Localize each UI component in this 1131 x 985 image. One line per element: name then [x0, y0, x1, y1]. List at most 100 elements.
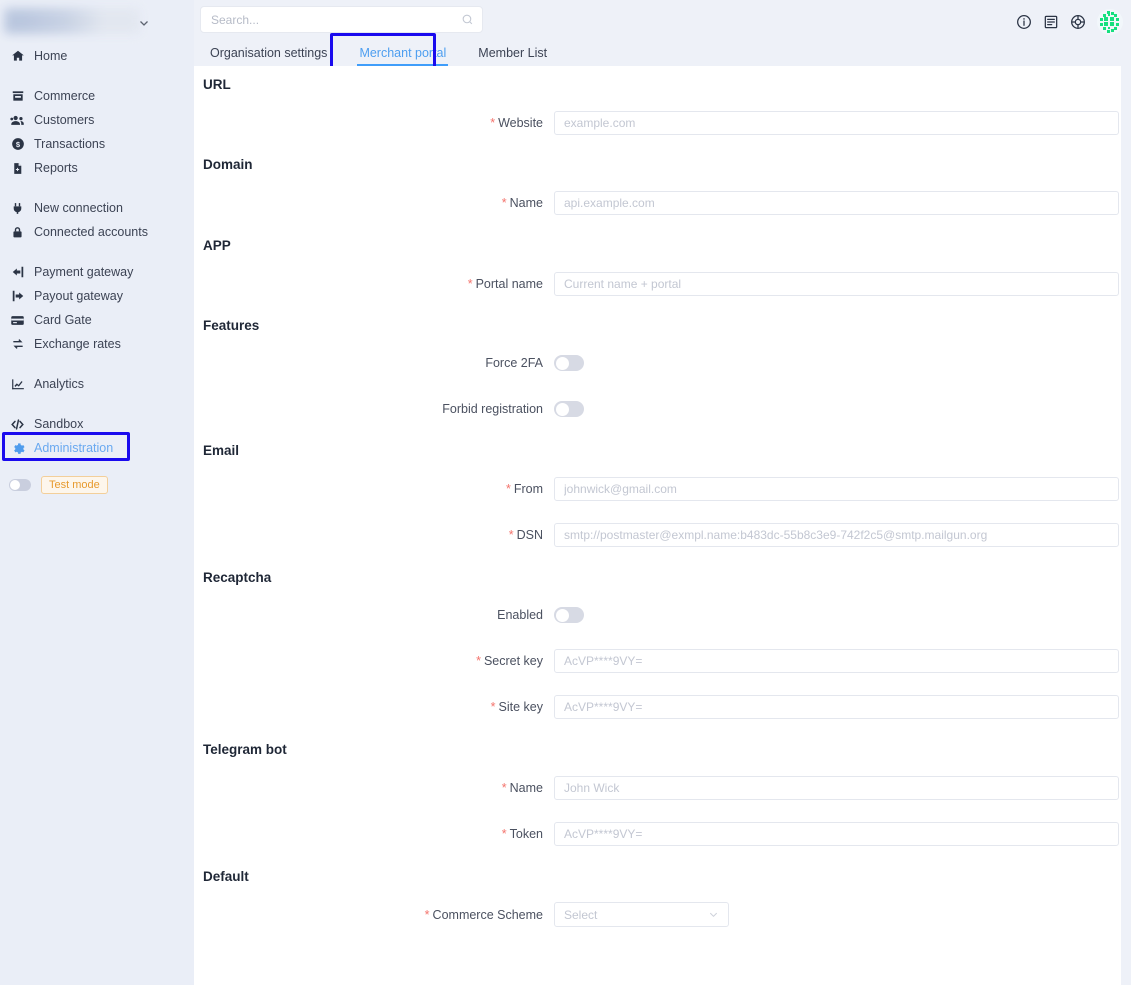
required-asterisk: *: [490, 700, 496, 714]
secret-key-input[interactable]: [554, 649, 1119, 673]
sidebar-item-home[interactable]: Home: [0, 44, 194, 68]
required-asterisk: *: [501, 827, 507, 841]
email-dsn-input[interactable]: [554, 523, 1119, 547]
book-docs-icon[interactable]: [1043, 14, 1059, 30]
gear-icon: [9, 441, 26, 456]
field-row-forbid-registration: Forbid registration: [194, 401, 584, 417]
field-row-email-dsn: * DSN: [194, 523, 1119, 547]
field-label-commerce-scheme: * Commerce Scheme: [424, 907, 543, 922]
chevron-down-icon: [138, 16, 150, 28]
required-asterisk: *: [424, 907, 430, 922]
website-input[interactable]: [554, 111, 1119, 135]
field-row-secret-key: * Secret key: [194, 649, 1119, 673]
sidebar-item-reports[interactable]: Reports: [0, 156, 194, 180]
sidebar-item-payment-gateway[interactable]: Payment gateway: [0, 260, 194, 284]
field-label-forbid-registration: Forbid registration: [442, 402, 543, 416]
field-label-secret-key: * Secret key: [476, 654, 543, 668]
logout-arrow-icon: [9, 289, 26, 304]
users-icon: [9, 113, 26, 128]
topbar: [194, 0, 1131, 40]
required-asterisk: *: [476, 654, 481, 668]
tab-merchant-portal[interactable]: Merchant portal: [343, 46, 462, 69]
sidebar-item-payout-gateway[interactable]: Payout gateway: [0, 284, 194, 308]
sidebar-item-customers[interactable]: Customers: [0, 108, 194, 132]
required-asterisk: *: [501, 781, 507, 795]
section-title-default: Default: [203, 869, 249, 884]
field-label-force-2fa: Force 2FA: [485, 356, 543, 370]
sidebar-item-card-gate[interactable]: Card Gate: [0, 308, 194, 332]
tab-member-list[interactable]: Member List: [462, 45, 563, 69]
telegram-token-input[interactable]: [554, 822, 1119, 846]
section-title-url: URL: [203, 77, 231, 92]
forbid-registration-toggle[interactable]: [554, 401, 584, 417]
info-circle-icon[interactable]: [1016, 14, 1032, 30]
merchant-portal-form: URL *Website Domain *Name APP *Portal na…: [194, 66, 1121, 985]
telegram-name-input[interactable]: [554, 776, 1119, 800]
sidebar-item-label: Connected accounts: [34, 225, 148, 239]
section-title-domain: Domain: [203, 157, 253, 172]
sidebar-item-label: Customers: [34, 113, 95, 127]
recaptcha-enabled-toggle[interactable]: [554, 607, 584, 623]
sidebar-item-new-connection[interactable]: New connection: [0, 196, 194, 220]
test-mode-row: Test mode: [0, 474, 108, 496]
field-row-telegram-name: * Name: [194, 776, 1119, 800]
tab-organisation-settings[interactable]: Organisation settings: [194, 45, 343, 69]
portal-name-input[interactable]: [554, 272, 1119, 296]
commerce-scheme-select[interactable]: Select: [554, 902, 729, 927]
field-row-telegram-token: * Token: [194, 822, 1119, 846]
sidebar-item-administration[interactable]: Administration: [0, 436, 194, 460]
field-row-domain-name: * Name: [194, 191, 1119, 215]
user-avatar-identicon[interactable]: [1097, 9, 1123, 35]
field-row-portal-name: * Portal name: [194, 272, 1119, 296]
section-title-features: Features: [203, 318, 260, 333]
sidebar-item-exchange-rates[interactable]: Exchange rates: [0, 332, 194, 356]
field-label-website: * Website: [490, 116, 543, 130]
field-row-site-key: * Site key: [194, 695, 1119, 719]
organisation-switcher[interactable]: [0, 4, 160, 36]
sidebar-item-sandbox[interactable]: Sandbox: [0, 412, 194, 436]
search-icon[interactable]: [461, 13, 474, 26]
site-key-input[interactable]: [554, 695, 1119, 719]
home-icon: [9, 49, 26, 64]
email-from-input[interactable]: [554, 477, 1119, 501]
required-asterisk: *: [501, 196, 507, 210]
field-label-domain-name: * Name: [501, 196, 543, 210]
lock-icon: [9, 225, 26, 240]
sidebar-item-label: Analytics: [34, 377, 85, 391]
sidebar-item-commerce[interactable]: Commerce: [0, 84, 194, 108]
search-box[interactable]: [200, 6, 483, 33]
toggle-off-icon[interactable]: [9, 479, 31, 491]
chevron-down-icon: [708, 909, 719, 920]
sidebar-item-label: Sandbox: [34, 417, 84, 431]
search-input[interactable]: [209, 11, 461, 28]
credit-card-icon: [9, 313, 26, 328]
file-report-icon: [9, 161, 26, 176]
sidebar-item-label: Reports: [34, 161, 78, 175]
life-buoy-support-icon[interactable]: [1070, 14, 1086, 30]
sidebar-item-analytics[interactable]: Analytics: [0, 372, 194, 396]
plug-icon: [9, 201, 26, 216]
section-title-app: APP: [203, 238, 231, 253]
required-asterisk: *: [508, 528, 514, 542]
field-row-email-from: * From: [194, 477, 1119, 501]
sidebar-item-transactions[interactable]: $ Transactions: [0, 132, 194, 156]
field-row-commerce-scheme: * Commerce Scheme Select: [194, 902, 729, 927]
field-row-recaptcha-enabled: Enabled: [194, 607, 584, 623]
commerce-scheme-selected-value: Select: [564, 907, 598, 922]
sidebar-item-label: New connection: [34, 201, 123, 215]
tab-label: Member List: [478, 45, 548, 60]
domain-name-input[interactable]: [554, 191, 1119, 215]
force-2fa-toggle[interactable]: [554, 355, 584, 371]
exchange-icon: [9, 337, 26, 352]
test-mode-badge: Test mode: [41, 475, 108, 495]
tab-label: Organisation settings: [210, 45, 328, 60]
sidebar-item-connected-accounts[interactable]: Connected accounts: [0, 220, 194, 244]
sidebar-item-label: Payment gateway: [34, 265, 134, 279]
required-asterisk: *: [490, 116, 496, 130]
field-label-portal-name: * Portal name: [467, 277, 543, 291]
app-root: Home Commerce Customers $ Transactions R…: [0, 0, 1131, 985]
field-label-email-from: * From: [505, 482, 543, 496]
field-row-website: * Website: [194, 111, 1119, 135]
chart-line-icon: [9, 377, 26, 392]
field-row-force-2fa: Force 2FA: [194, 355, 584, 371]
